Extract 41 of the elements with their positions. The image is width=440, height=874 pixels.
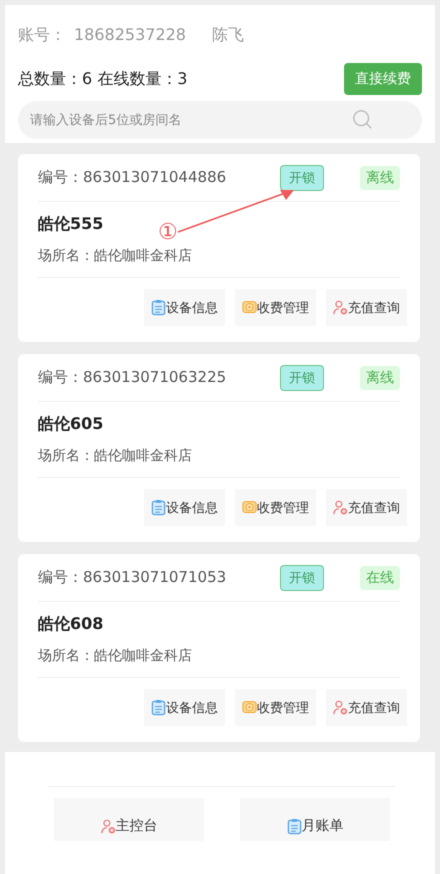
venue-name: 场所名：皓伦咖啡金科店 [38,247,400,278]
nav-button[interactable]: 月账单 [240,798,390,841]
nav-button[interactable]: 主控台 [54,798,204,841]
action-button[interactable]: 收费管理 [235,689,316,726]
device-count: 总数量：6 在线数量：3 [18,68,188,90]
clipboard-icon [286,818,302,835]
user-gear-icon [333,699,348,716]
clipboard-icon [151,299,166,316]
user-gear-icon [333,499,348,516]
status-badge: 在线 [360,566,400,590]
user-gear-icon [100,818,116,835]
status-badge: 离线 [360,166,400,190]
action-button[interactable]: 设备信息 [144,289,225,326]
room-name: 皓伦608 [38,614,104,635]
action-button[interactable]: 设备信息 [144,689,225,726]
clipboard-icon [151,699,166,716]
action-button[interactable]: 充值查询 [326,289,407,326]
status-badge: 离线 [360,366,400,390]
venue-name: 场所名：皓伦咖啡金科店 [38,447,400,478]
annotation-marker: ① [158,222,178,244]
search-field[interactable]: 请输入设备后5位或房间名 [18,101,422,139]
action-button[interactable]: 收费管理 [235,489,316,526]
account-name: 陈飞 [212,25,244,46]
search-icon[interactable] [352,109,374,131]
action-button[interactable]: 设备信息 [144,489,225,526]
room-name: 皓伦555 [38,214,104,235]
device-code: 编号：863013071044886 [38,168,228,187]
coin-icon [242,299,257,316]
device-code: 编号：863013071063225 [38,368,228,387]
action-button[interactable]: 收费管理 [235,289,316,326]
room-name: 皓伦605 [38,414,104,435]
coin-icon [242,699,257,716]
action-button[interactable]: 充值查询 [326,689,407,726]
account-number: 18682537228 [74,25,186,46]
action-button[interactable]: 充值查询 [326,489,407,526]
coin-icon [242,499,257,516]
user-gear-icon [333,299,348,316]
account-label: 账号： [18,25,66,46]
venue-name: 场所名：皓伦咖啡金科店 [38,647,400,678]
clipboard-icon [151,499,166,516]
device-code: 编号：863013071071053 [38,568,228,587]
